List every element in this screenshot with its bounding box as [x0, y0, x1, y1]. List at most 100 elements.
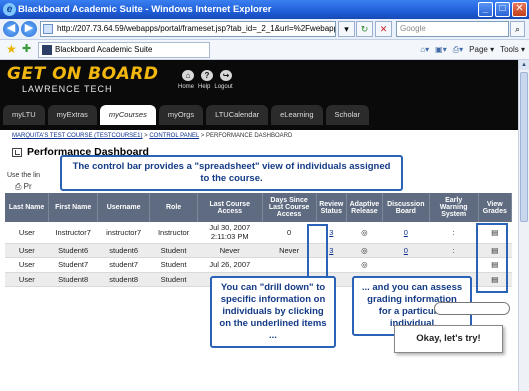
back-icon[interactable]: ◀	[3, 21, 19, 37]
add-favorite-icon[interactable]: ✚	[22, 43, 31, 56]
breadcrumb-control-panel[interactable]: CONTROL PANEL	[149, 133, 199, 139]
address-bar: ◀ ▶ http://207.73.64.59/webapps/portal/f…	[0, 19, 529, 40]
cell-role: Instructor	[149, 222, 198, 244]
cell-role: Student	[149, 243, 198, 258]
minimize-button[interactable]: _	[478, 2, 493, 17]
adaptive-release-icon[interactable]: ◎	[346, 222, 383, 244]
col-role[interactable]: Role	[149, 193, 198, 222]
col-view-grades[interactable]: View Grades	[478, 193, 513, 222]
cell-first-name: Instructor7	[48, 222, 98, 244]
breadcrumb-sep: >	[199, 133, 206, 139]
col-username[interactable]: Username	[97, 193, 151, 222]
tab-elearning[interactable]: eLearning	[271, 105, 323, 125]
dashboard-table: Last Name First Name Username Role Last …	[5, 193, 513, 287]
early-warning-link[interactable]: :	[429, 243, 479, 258]
cell-first-name: Student7	[48, 257, 98, 273]
browser-tab[interactable]: Blackboard Academic Suite	[38, 42, 210, 58]
refresh-icon[interactable]: ↻	[356, 21, 373, 37]
home-link[interactable]: Home	[178, 84, 194, 90]
review-status-link[interactable]: 3	[329, 228, 333, 237]
cell-username: instructor7	[97, 222, 150, 244]
breadcrumb-current: PERFORMANCE DASHBOARD	[205, 133, 293, 139]
col-last-access[interactable]: Last Course Access	[197, 193, 263, 222]
cell-last-name: User	[5, 243, 49, 258]
early-warning-link[interactable]	[429, 257, 479, 273]
logo-subtitle: LAWRENCE TECH	[22, 84, 113, 94]
url-input[interactable]: http://207.73.64.59/webapps/portal/frame…	[40, 21, 336, 37]
cell-last-name: User	[5, 257, 49, 273]
stop-icon[interactable]: ✕	[375, 21, 392, 37]
scroll-thumb[interactable]	[520, 72, 528, 222]
close-button[interactable]: ✕	[512, 2, 527, 17]
blackboard-favicon-icon	[42, 45, 52, 55]
adaptive-release-icon[interactable]: ◎	[346, 243, 383, 258]
early-warning-link[interactable]: :	[429, 222, 479, 244]
print-link[interactable]: ⎙ Pr	[15, 182, 32, 192]
breadcrumb-course[interactable]: MARQUITA'S TEST COURSE (TESTCOURSE1)	[12, 133, 143, 139]
col-discussion-board[interactable]: Discussion Board	[382, 193, 430, 222]
tab-scholar[interactable]: Scholar	[325, 105, 369, 125]
tools-menu[interactable]: Tools ▾	[500, 43, 525, 56]
logo: GET ON BOARD	[7, 64, 159, 84]
help-link[interactable]: Help	[198, 84, 210, 90]
search-icon[interactable]: ⌕	[510, 21, 525, 37]
tab-myorgs[interactable]: myOrgs	[158, 105, 204, 125]
cell-last-access: Never	[197, 243, 263, 258]
search-input[interactable]: Google	[396, 21, 509, 37]
cell-first-name: Student6	[48, 243, 98, 258]
okay-lets-try-button[interactable]: Okay, let's try!	[394, 325, 503, 353]
col-days-since[interactable]: Days Since Last Course Access	[262, 193, 317, 222]
dropdown-icon[interactable]: ▾	[338, 21, 355, 37]
col-first-name[interactable]: First Name	[48, 193, 99, 222]
print-icon[interactable]: ⎙▾	[453, 43, 463, 56]
cell-first-name: Student8	[48, 272, 98, 287]
discussion-board-link[interactable]: 0	[404, 228, 408, 237]
home-icon[interactable]: ⌂▾	[420, 43, 429, 56]
cell-last-name: User	[5, 222, 49, 244]
window-title: Blackboard Academic Suite - Windows Inte…	[18, 4, 272, 15]
blackboard-header: GET ON BOARD LAWRENCE TECH ⌂ ? ↪ Home He…	[0, 60, 518, 130]
submit-button[interactable]	[434, 302, 510, 315]
adaptive-release-icon[interactable]: ◎	[346, 257, 383, 273]
scroll-up-icon[interactable]: ▲	[519, 60, 529, 70]
control-bar-callout: The control bar provides a "spreadsheet"…	[60, 155, 403, 191]
url-text: http://207.73.64.59/webapps/portal/frame…	[57, 24, 336, 33]
forward-icon[interactable]: ▶	[21, 21, 37, 37]
cell-role: Student	[149, 272, 198, 287]
table-row: User Student7 student7 Student Jul 26, 2…	[5, 257, 512, 273]
feeds-icon[interactable]: ▣▾	[435, 43, 447, 56]
tab-ltucalendar[interactable]: LTUCalendar	[206, 105, 269, 125]
breadcrumb: MARQUITA'S TEST COURSE (TESTCOURSE1) > C…	[12, 133, 292, 139]
col-early-warning[interactable]: Early Warning System	[429, 193, 479, 222]
drill-down-callout: You can "drill down" to specific informa…	[210, 276, 336, 348]
col-last-name[interactable]: Last Name	[5, 193, 50, 222]
logout-icon[interactable]: ↪	[220, 70, 232, 81]
tab-mycourses[interactable]: myCourses	[99, 105, 156, 125]
col-review-status[interactable]: Review Status	[316, 193, 347, 222]
logout-link[interactable]: Logout	[214, 84, 232, 90]
favorites-star-icon[interactable]: ★	[6, 43, 17, 56]
tab-myltu[interactable]: myLTU	[3, 105, 45, 125]
ie-logo-icon: e	[3, 3, 16, 16]
maximize-button[interactable]: □	[495, 2, 510, 17]
cell-last-access: Jul 30, 2007 2:11:03 PM	[197, 222, 263, 244]
tab-myextras[interactable]: myExtras	[47, 105, 97, 125]
cell-username: student8	[97, 272, 150, 287]
vertical-scrollbar[interactable]: ▲	[518, 60, 529, 391]
command-bar: ⌂▾ ▣▾ ⎙▾ Page ▾ Tools ▾	[420, 43, 525, 56]
window-title-bar: e Blackboard Academic Suite - Windows In…	[0, 0, 529, 19]
dashboard-icon	[12, 148, 22, 157]
table-row: User Student6 student6 Student Never Nev…	[5, 243, 512, 258]
col-adaptive-release[interactable]: Adaptive Release	[346, 193, 383, 222]
page-menu[interactable]: Page ▾	[469, 43, 494, 56]
review-status-link[interactable]: 3	[329, 246, 333, 255]
cell-last-name: User	[5, 272, 49, 287]
discussion-board-link[interactable]	[382, 257, 430, 273]
favorites-bar: ★ ✚ Blackboard Academic Suite ⌂▾ ▣▾ ⎙▾ P…	[0, 40, 529, 60]
cell-username: student6	[97, 243, 150, 258]
home-icon[interactable]: ⌂	[182, 70, 194, 81]
help-icon[interactable]: ?	[201, 70, 213, 81]
discussion-board-link[interactable]: 0	[404, 246, 408, 255]
cell-username: student7	[97, 257, 150, 273]
page-icon	[43, 24, 53, 34]
